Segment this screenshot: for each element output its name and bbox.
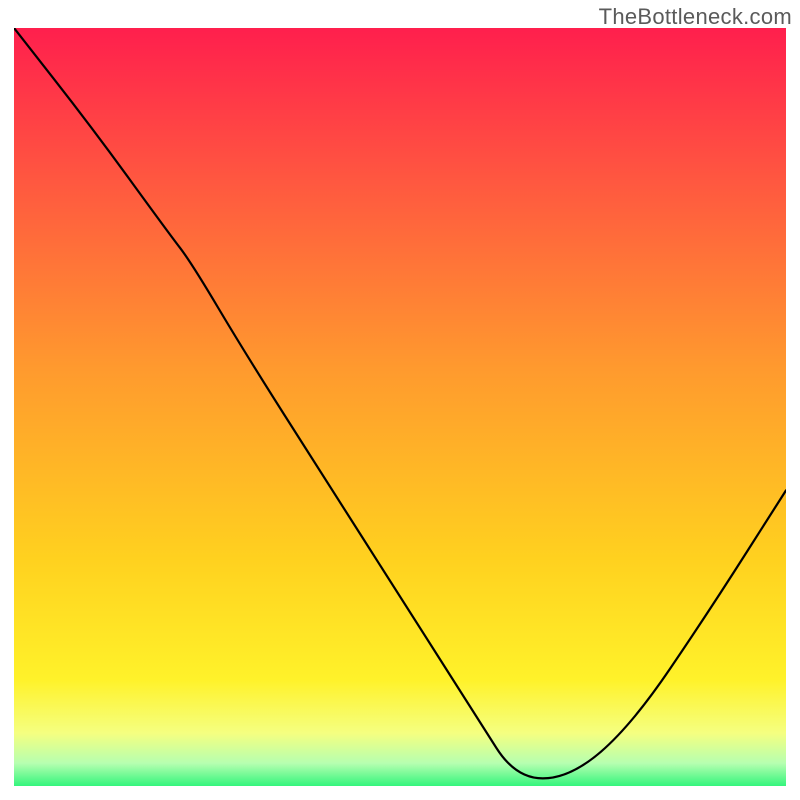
chart-stage: TheBottleneck.com: [0, 0, 800, 800]
watermark-text: TheBottleneck.com: [599, 4, 792, 30]
chart-plot-area: [14, 28, 786, 786]
optimal-marker: [512, 772, 562, 786]
